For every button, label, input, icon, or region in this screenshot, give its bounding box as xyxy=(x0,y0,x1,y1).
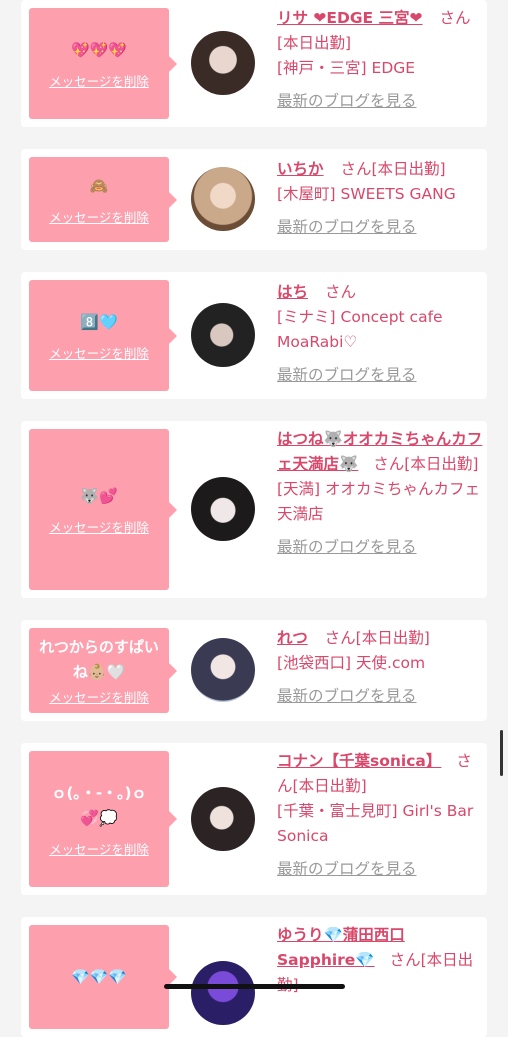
latest-blog-link[interactable]: 最新のブログを見る xyxy=(277,857,417,882)
cast-name-link[interactable]: ゆうり💎蒲田西口Sapphire💎 xyxy=(277,926,405,969)
status-text: [本日出勤] xyxy=(292,777,367,795)
cast-name-link[interactable]: リサ ❤EDGE 三宮❤ xyxy=(277,9,423,27)
message-text: れつからのすぱいね👶🏼🤍 xyxy=(39,638,159,681)
status-text: [本日出勤] xyxy=(404,455,479,473)
message-text: 💖💖💖 xyxy=(70,40,128,59)
delete-message-link[interactable]: メッセージを削除 xyxy=(49,343,149,362)
cast-info: はち さん [ミナミ] Concept cafe MoaRabi♡ 最新のブログ… xyxy=(277,280,483,388)
message-card: ｏ(｡・-・｡)ｏ💞💭 メッセージを削除 コナン【千葉sonica】 さん[本日… xyxy=(21,743,487,895)
shop-text: [千葉・富士見町] Girl's Bar Sonica xyxy=(277,802,474,845)
delete-message-link[interactable]: メッセージを削除 xyxy=(49,687,149,706)
avatar[interactable] xyxy=(191,787,255,851)
cast-info: リサ ❤EDGE 三宮❤ さん [本日出勤] [神戸・三宮] EDGE 最新のブ… xyxy=(277,6,483,114)
cast-name-link[interactable]: れつ xyxy=(277,629,308,647)
honorific: さん xyxy=(373,455,405,473)
message-bubble: 💖💖💖 メッセージを削除 xyxy=(29,8,177,119)
message-bubble: 8️⃣🩵 メッセージを削除 xyxy=(29,280,177,391)
cast-name-link[interactable]: いちか xyxy=(277,160,324,178)
avatar[interactable] xyxy=(191,961,255,1025)
message-card: 8️⃣🩵 メッセージを削除 はち さん [ミナミ] Concept cafe M… xyxy=(21,272,487,399)
delete-message-link[interactable]: メッセージを削除 xyxy=(49,207,149,226)
message-text: 🐺💕 xyxy=(80,486,118,505)
scrollbar[interactable] xyxy=(500,730,503,776)
shop-text: [ミナミ] Concept cafe MoaRabi♡ xyxy=(277,308,443,351)
message-text: 8️⃣🩵 xyxy=(80,312,118,331)
home-indicator[interactable] xyxy=(164,984,345,989)
shop-text: [天満] オオカミちゃんカフェ天満店 xyxy=(277,480,481,523)
message-card: 🐺💕 メッセージを削除 はつね🐺オオカミちゃんカフェ天満店🐺 さん[本日出勤] … xyxy=(21,421,487,598)
honorific: さん xyxy=(324,629,356,647)
avatar[interactable] xyxy=(191,638,255,702)
message-card: 💖💖💖 メッセージを削除 リサ ❤EDGE 三宮❤ さん [本日出勤] [神戸・… xyxy=(21,0,487,127)
latest-blog-link[interactable]: 最新のブログを見る xyxy=(277,89,417,114)
status-text: [本日出勤] xyxy=(371,160,446,178)
status-text: [本日出勤] xyxy=(277,34,352,52)
delete-message-link[interactable]: メッセージを削除 xyxy=(49,71,149,90)
cast-info: はつね🐺オオカミちゃんカフェ天満店🐺 さん[本日出勤] [天満] オオカミちゃん… xyxy=(277,427,483,560)
cast-info: れつ さん[本日出勤] [池袋西口] 天使.com 最新のブログを見る xyxy=(277,626,483,709)
latest-blog-link[interactable]: 最新のブログを見る xyxy=(277,684,417,709)
avatar[interactable] xyxy=(191,477,255,541)
latest-blog-link[interactable]: 最新のブログを見る xyxy=(277,215,417,240)
message-bubble: 🙈 メッセージを削除 xyxy=(29,157,177,242)
cast-info: いちか さん[本日出勤] [木屋町] SWEETS GANG 最新のブログを見る xyxy=(277,157,483,240)
message-text: 💎💎💎 xyxy=(70,967,128,986)
honorific: さん xyxy=(324,283,356,301)
shop-text: [木屋町] SWEETS GANG xyxy=(277,185,456,203)
honorific: さん xyxy=(439,9,471,27)
delete-message-link[interactable]: メッセージを削除 xyxy=(49,839,149,858)
delete-message-link[interactable]: メッセージを削除 xyxy=(49,517,149,536)
message-bubble: 🐺💕 メッセージを削除 xyxy=(29,429,177,590)
avatar[interactable] xyxy=(191,303,255,367)
avatar[interactable] xyxy=(191,167,255,231)
cast-info: コナン【千葉sonica】 さん[本日出勤] [千葉・富士見町] Girl's … xyxy=(277,749,483,882)
message-bubble: ｏ(｡・-・｡)ｏ💞💭 メッセージを削除 xyxy=(29,751,177,887)
message-bubble: 💎💎💎 xyxy=(29,925,177,1029)
message-text: ｏ(｡・-・｡)ｏ💞💭 xyxy=(51,783,147,827)
cast-name-link[interactable]: はち xyxy=(277,283,308,301)
latest-blog-link[interactable]: 最新のブログを見る xyxy=(277,535,417,560)
shop-text: [神戸・三宮] EDGE xyxy=(277,59,416,77)
latest-blog-link[interactable]: 最新のブログを見る xyxy=(277,363,417,388)
status-text: [本日出勤] xyxy=(355,629,430,647)
cast-name-link[interactable]: コナン【千葉sonica】 xyxy=(277,752,441,770)
message-card: 🙈 メッセージを削除 いちか さん[本日出勤] [木屋町] SWEETS GAN… xyxy=(21,149,487,250)
message-card: れつからのすぱいね👶🏼🤍 メッセージを削除 れつ さん[本日出勤] [池袋西口]… xyxy=(21,620,487,721)
shop-text: [池袋西口] 天使.com xyxy=(277,654,426,672)
message-text: 🙈 xyxy=(89,176,109,195)
message-bubble: れつからのすぱいね👶🏼🤍 メッセージを削除 xyxy=(29,628,177,713)
message-card: 💎💎💎 ゆうり💎蒲田西口Sapphire💎 さん[本日出勤] xyxy=(21,917,487,1037)
avatar[interactable] xyxy=(191,31,255,95)
honorific: さん xyxy=(389,951,421,969)
honorific: さん xyxy=(340,160,372,178)
